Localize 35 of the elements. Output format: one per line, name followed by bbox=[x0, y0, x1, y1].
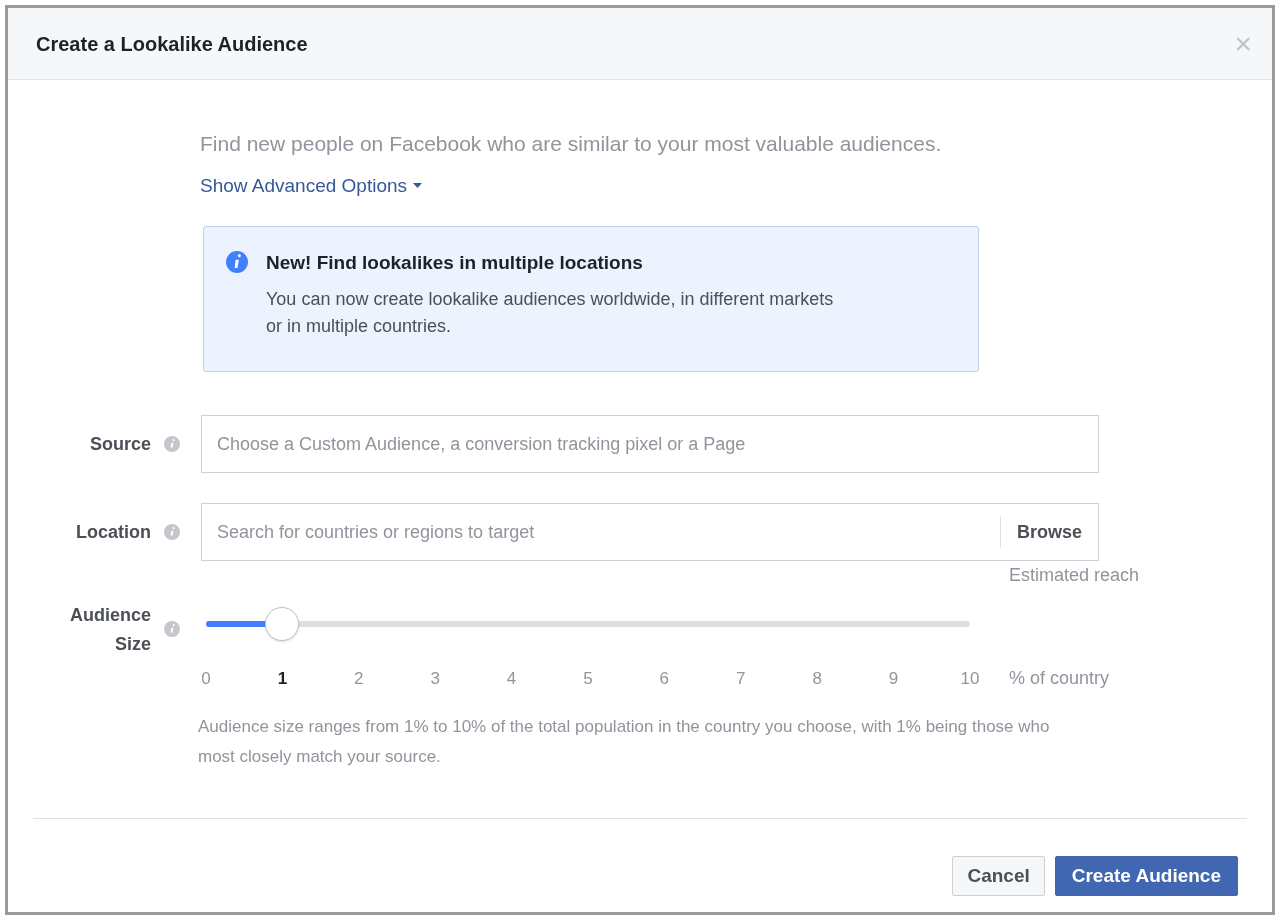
tick-label: 8 bbox=[811, 667, 823, 690]
tick-label: 2 bbox=[353, 667, 365, 690]
source-field[interactable]: Choose a Custom Audience, a conversion tracking pixel or a Page bbox=[201, 415, 1099, 473]
tick-label: 1 bbox=[276, 667, 289, 690]
dialog-title: Create a Lookalike Audience bbox=[36, 31, 308, 57]
browse-button[interactable]: Browse bbox=[999, 516, 1098, 548]
slider-thumb[interactable] bbox=[265, 607, 300, 641]
slider-track[interactable] bbox=[206, 607, 970, 641]
tick-label: 3 bbox=[429, 667, 441, 690]
notice-title: New! Find lookalikes in multiple locations bbox=[266, 251, 644, 275]
help-text: Audience size ranges from 1% to 10% of the total population in the country you choose, with 1% being those who most closely match your source. bbox=[198, 716, 1051, 768]
location-field[interactable]: Search for countries or regions to target Browse bbox=[201, 503, 1099, 561]
intro-text: Find new people on Facebook who are similar to your most valuable audiences. bbox=[200, 131, 943, 157]
advanced-options-link[interactable]: Show Advanced Options bbox=[200, 171, 423, 200]
info-icon bbox=[164, 436, 180, 452]
field-label: Audience Size bbox=[68, 604, 151, 656]
info-icon bbox=[164, 524, 180, 540]
tick-label: 9 bbox=[887, 667, 900, 690]
tick-label: 4 bbox=[505, 667, 518, 690]
info-icon bbox=[226, 251, 248, 273]
cancel-button[interactable]: Cancel bbox=[952, 856, 1045, 896]
tick-label: 5 bbox=[582, 667, 594, 690]
info-icon bbox=[164, 621, 180, 637]
tick-label: 7 bbox=[735, 667, 747, 690]
caret-icon bbox=[413, 183, 423, 189]
unit-label: % of country bbox=[1009, 667, 1110, 690]
estimated-reach-label: Estimated reach bbox=[1009, 564, 1140, 587]
field-label: Location bbox=[76, 520, 151, 544]
tick-label: 6 bbox=[658, 667, 671, 690]
location-input[interactable]: Search for countries or regions to target bbox=[202, 504, 1000, 560]
notice-text: You can now create lookalike audiences worldwide, in different markets or in multiple countries. bbox=[266, 287, 835, 338]
tick-label: 0 bbox=[200, 667, 212, 690]
field-label: Source bbox=[89, 432, 151, 456]
tick-label: 10 bbox=[959, 667, 981, 690]
create-button[interactable]: Create Audience bbox=[1054, 856, 1238, 896]
